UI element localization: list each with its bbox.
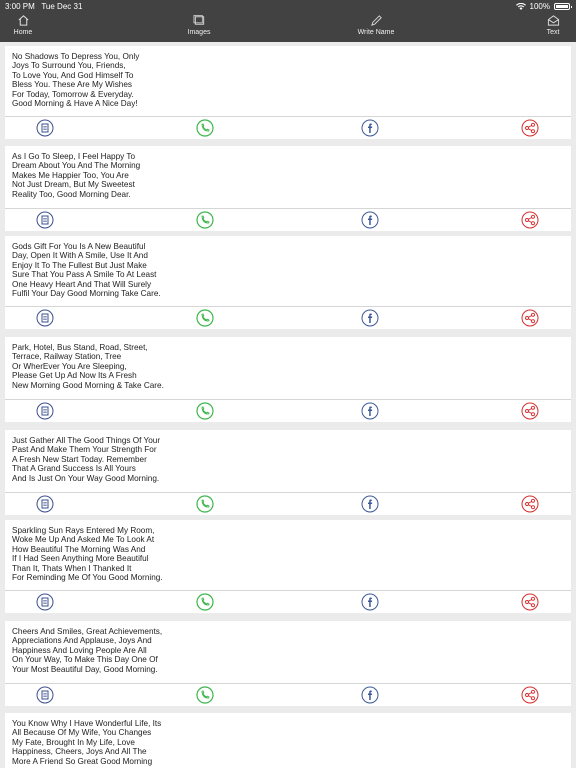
- quote-text: Just Gather All The Good Things Of Your …: [12, 436, 161, 483]
- quote-card: Just Gather All The Good Things Of Your …: [5, 430, 571, 515]
- tab-home[interactable]: Home: [0, 14, 63, 36]
- copy-icon: [36, 119, 54, 137]
- whatsapp-button[interactable]: [196, 211, 214, 229]
- copy-icon: [36, 211, 54, 229]
- tab-home-label: Home: [13, 29, 33, 36]
- quote-text: You Know Why I Have Wonderful Life, Its …: [12, 719, 162, 766]
- copy-button[interactable]: [36, 402, 54, 420]
- share-button[interactable]: [521, 686, 539, 704]
- wifi-icon: [515, 3, 526, 10]
- tab-images[interactable]: Images: [159, 14, 239, 36]
- facebook-icon: [361, 593, 379, 611]
- whatsapp-icon: [196, 593, 214, 611]
- copy-button[interactable]: [36, 211, 54, 229]
- tab-text[interactable]: Text: [513, 14, 576, 36]
- quote-actions: [5, 400, 571, 422]
- status-time: 3:00 PM Tue Dec 31: [5, 2, 83, 11]
- tab-write-name-label: Write Name: [357, 29, 395, 36]
- facebook-icon: [361, 211, 379, 229]
- share-icon: [521, 211, 539, 229]
- whatsapp-button[interactable]: [196, 119, 214, 137]
- whatsapp-icon: [196, 119, 214, 137]
- facebook-icon: [361, 686, 379, 704]
- quote-card: Gods Gift For You Is A New Beautiful Day…: [5, 236, 571, 329]
- share-button[interactable]: [521, 593, 539, 611]
- share-icon: [521, 309, 539, 327]
- status-bar: 3:00 PM Tue Dec 31 100%: [0, 0, 576, 12]
- quote-card: Park, Hotel, Bus Stand, Road, Street, Te…: [5, 337, 571, 422]
- battery-icon: [554, 3, 572, 10]
- tab-write-name[interactable]: Write Name: [336, 14, 416, 36]
- app-header: 3:00 PM Tue Dec 31 100% Home Images Writ…: [0, 0, 576, 42]
- quote-text: Gods Gift For You Is A New Beautiful Day…: [12, 242, 161, 299]
- quote-card: Sparkling Sun Rays Entered My Room, Woke…: [5, 520, 571, 613]
- pen-icon: [370, 15, 382, 26]
- facebook-button[interactable]: [361, 593, 379, 611]
- whatsapp-icon: [196, 211, 214, 229]
- facebook-icon: [361, 402, 379, 420]
- whatsapp-icon: [196, 402, 214, 420]
- copy-icon: [36, 686, 54, 704]
- tab-text-label: Text: [546, 29, 560, 36]
- quote-card: No Shadows To Depress You, Only Joys To …: [5, 46, 571, 139]
- share-icon: [521, 686, 539, 704]
- whatsapp-icon: [196, 686, 214, 704]
- copy-button[interactable]: [36, 593, 54, 611]
- tab-images-label: Images: [187, 29, 211, 36]
- whatsapp-button[interactable]: [196, 686, 214, 704]
- share-button[interactable]: [521, 402, 539, 420]
- quote-card: You Know Why I Have Wonderful Life, Its …: [5, 713, 571, 768]
- whatsapp-icon: [196, 495, 214, 513]
- quote-text: No Shadows To Depress You, Only Joys To …: [12, 52, 140, 109]
- quote-actions: [5, 117, 571, 139]
- whatsapp-button[interactable]: [196, 309, 214, 327]
- share-icon: [521, 593, 539, 611]
- whatsapp-button[interactable]: [196, 495, 214, 513]
- images-icon: [193, 15, 204, 25]
- quote-card: As I Go To Sleep, I Feel Happy To Dream …: [5, 146, 571, 231]
- copy-icon: [36, 402, 54, 420]
- quote-actions: [5, 591, 571, 613]
- copy-button[interactable]: [36, 686, 54, 704]
- share-icon: [521, 119, 539, 137]
- copy-icon: [36, 309, 54, 327]
- copy-button[interactable]: [36, 495, 54, 513]
- quote-list[interactable]: No Shadows To Depress You, Only Joys To …: [0, 42, 576, 768]
- facebook-button[interactable]: [361, 402, 379, 420]
- facebook-button[interactable]: [361, 309, 379, 327]
- share-button[interactable]: [521, 309, 539, 327]
- status-right: 100%: [515, 2, 572, 11]
- quote-actions: [5, 209, 571, 231]
- whatsapp-button[interactable]: [196, 593, 214, 611]
- facebook-icon: [361, 309, 379, 327]
- battery-percent: 100%: [529, 2, 550, 11]
- facebook-button[interactable]: [361, 211, 379, 229]
- share-button[interactable]: [521, 495, 539, 513]
- facebook-button[interactable]: [361, 686, 379, 704]
- home-icon: [18, 15, 28, 26]
- quote-text: As I Go To Sleep, I Feel Happy To Dream …: [12, 152, 141, 199]
- share-button[interactable]: [521, 211, 539, 229]
- share-button[interactable]: [521, 119, 539, 137]
- copy-button[interactable]: [36, 309, 54, 327]
- whatsapp-icon: [196, 309, 214, 327]
- facebook-icon: [361, 495, 379, 513]
- quote-actions: [5, 684, 571, 706]
- quote-text: Cheers And Smiles, Great Achievements, A…: [12, 627, 163, 674]
- facebook-icon: [361, 119, 379, 137]
- quote-text: Sparkling Sun Rays Entered My Room, Woke…: [12, 526, 163, 583]
- copy-button[interactable]: [36, 119, 54, 137]
- facebook-button[interactable]: [361, 495, 379, 513]
- share-icon: [521, 402, 539, 420]
- quote-text: Park, Hotel, Bus Stand, Road, Street, Te…: [12, 343, 164, 390]
- quote-actions: [5, 493, 571, 515]
- copy-icon: [36, 593, 54, 611]
- facebook-button[interactable]: [361, 119, 379, 137]
- quote-actions: [5, 307, 571, 329]
- share-icon: [521, 495, 539, 513]
- envelope-icon: [547, 15, 559, 26]
- copy-icon: [36, 495, 54, 513]
- quote-card: Cheers And Smiles, Great Achievements, A…: [5, 621, 571, 706]
- whatsapp-button[interactable]: [196, 402, 214, 420]
